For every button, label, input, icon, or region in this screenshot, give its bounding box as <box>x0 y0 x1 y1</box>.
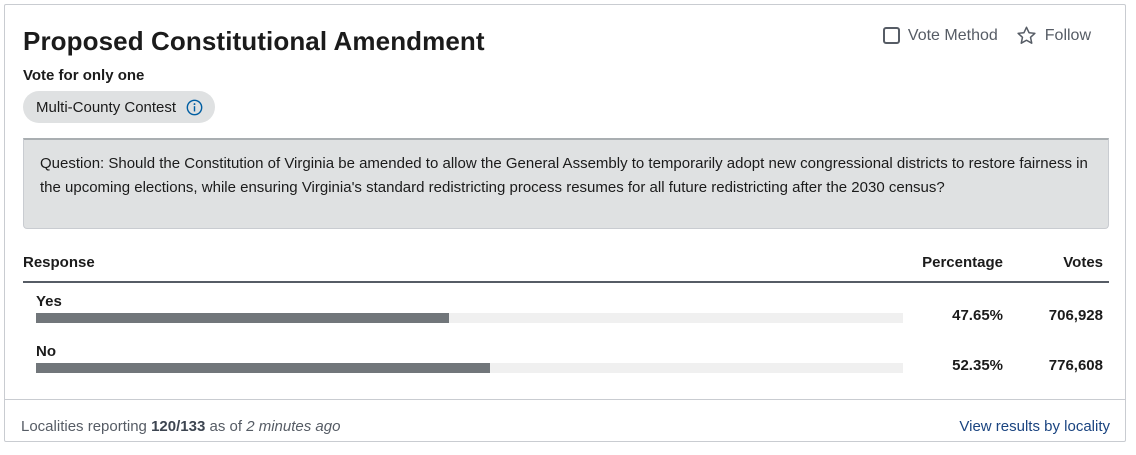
results-table-header: Response Percentage Votes <box>23 253 1109 283</box>
vote-method-checkbox[interactable] <box>882 27 900 44</box>
header-votes: Votes <box>1063 254 1103 271</box>
contest-title: Proposed Constitutional Amendment <box>23 26 485 56</box>
response-votes: 776,608 <box>1048 357 1103 374</box>
header-percentage: Percentage <box>922 254 1003 271</box>
vote-instruction: Vote for only one <box>23 67 145 84</box>
result-bar-fill <box>36 313 450 323</box>
reporting-status: Localities reporting 120/133 as of 2 min… <box>21 418 340 435</box>
as-of-label: as of <box>209 418 243 435</box>
result-row-no: No 52.35% 776,608 <box>23 343 1109 391</box>
star-outline-icon <box>1017 26 1036 44</box>
contest-scope-badge[interactable]: Multi-County Contest <box>23 91 216 123</box>
vote-method-toggle[interactable]: Vote Method <box>882 26 998 45</box>
contest-footer: Localities reporting 120/133 as of 2 min… <box>5 399 1125 442</box>
header-response: Response <box>23 254 95 271</box>
response-label: No <box>36 343 56 360</box>
response-percentage: 47.65% <box>952 307 1003 324</box>
result-bar-track <box>36 363 903 373</box>
result-bar-fill <box>36 363 490 373</box>
vote-method-label: Vote Method <box>907 26 998 44</box>
result-bar-track <box>36 313 903 323</box>
follow-button[interactable]: Follow <box>1016 25 1091 46</box>
response-votes: 706,928 <box>1048 307 1103 324</box>
follow-label: Follow <box>1044 26 1091 44</box>
view-results-by-locality-link[interactable]: View results by locality <box>959 418 1110 435</box>
info-icon[interactable] <box>186 99 203 116</box>
result-row-yes: Yes 47.65% 706,928 <box>23 293 1109 341</box>
contest-actions: Vote Method Follow <box>882 25 1091 46</box>
response-percentage: 52.35% <box>952 357 1003 374</box>
ballot-question: Question: Should the Constitution of Vir… <box>23 138 1109 229</box>
contest-card: Proposed Constitutional Amendment Vote f… <box>4 4 1126 442</box>
contest-scope-label: Multi-County Contest <box>36 98 177 116</box>
reporting-prefix: Localities reporting <box>21 418 147 435</box>
response-label: Yes <box>36 293 62 310</box>
reporting-count: 120/133 <box>151 418 206 435</box>
last-updated-time: 2 minutes ago <box>246 418 341 435</box>
